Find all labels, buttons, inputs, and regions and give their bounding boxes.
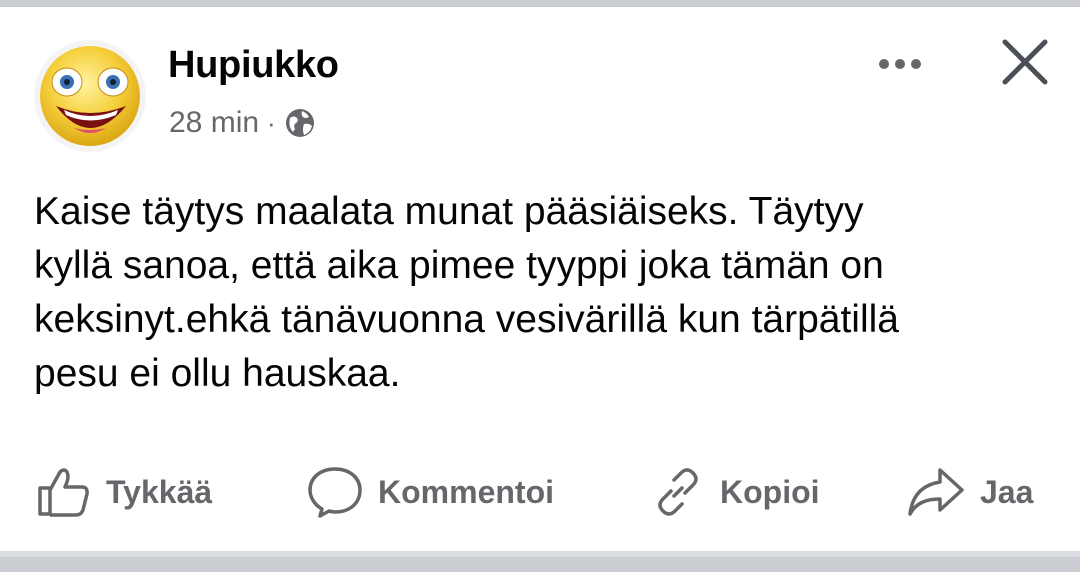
comment-bubble-icon xyxy=(308,467,362,518)
more-horizontal-icon xyxy=(911,59,921,69)
copy-link-button[interactable]: Kopioi xyxy=(650,466,820,518)
top-divider xyxy=(0,0,1080,7)
post-meta: 28 min · xyxy=(169,106,316,140)
avatar[interactable] xyxy=(34,40,146,152)
more-options-button[interactable] xyxy=(868,42,932,86)
like-label: Tykkää xyxy=(106,473,213,510)
share-arrow-icon xyxy=(908,468,964,516)
like-button[interactable]: Tykkää xyxy=(36,466,212,518)
meta-separator: · xyxy=(267,107,276,138)
globe-icon xyxy=(285,109,314,137)
share-label: Jaa xyxy=(980,473,1034,510)
post-timestamp[interactable]: 28 min xyxy=(169,106,259,140)
comment-button[interactable]: Kommentoi xyxy=(306,466,554,518)
comment-label: Kommentoi xyxy=(378,473,554,510)
thumbs-up-icon xyxy=(38,468,89,517)
close-button[interactable] xyxy=(995,32,1055,92)
more-horizontal-icon xyxy=(879,59,889,69)
post-body-text: Kaise täytys maalata munat pääsiäiseks. … xyxy=(34,190,899,395)
bottom-divider xyxy=(0,551,1080,572)
more-horizontal-icon xyxy=(895,59,905,69)
post-author-name[interactable]: Hupiukko xyxy=(168,44,339,87)
copy-label: Kopioi xyxy=(720,473,820,510)
smiley-avatar-image xyxy=(40,46,140,146)
share-button[interactable]: Jaa xyxy=(906,466,1033,518)
link-icon xyxy=(658,468,698,516)
close-icon xyxy=(1002,39,1048,85)
